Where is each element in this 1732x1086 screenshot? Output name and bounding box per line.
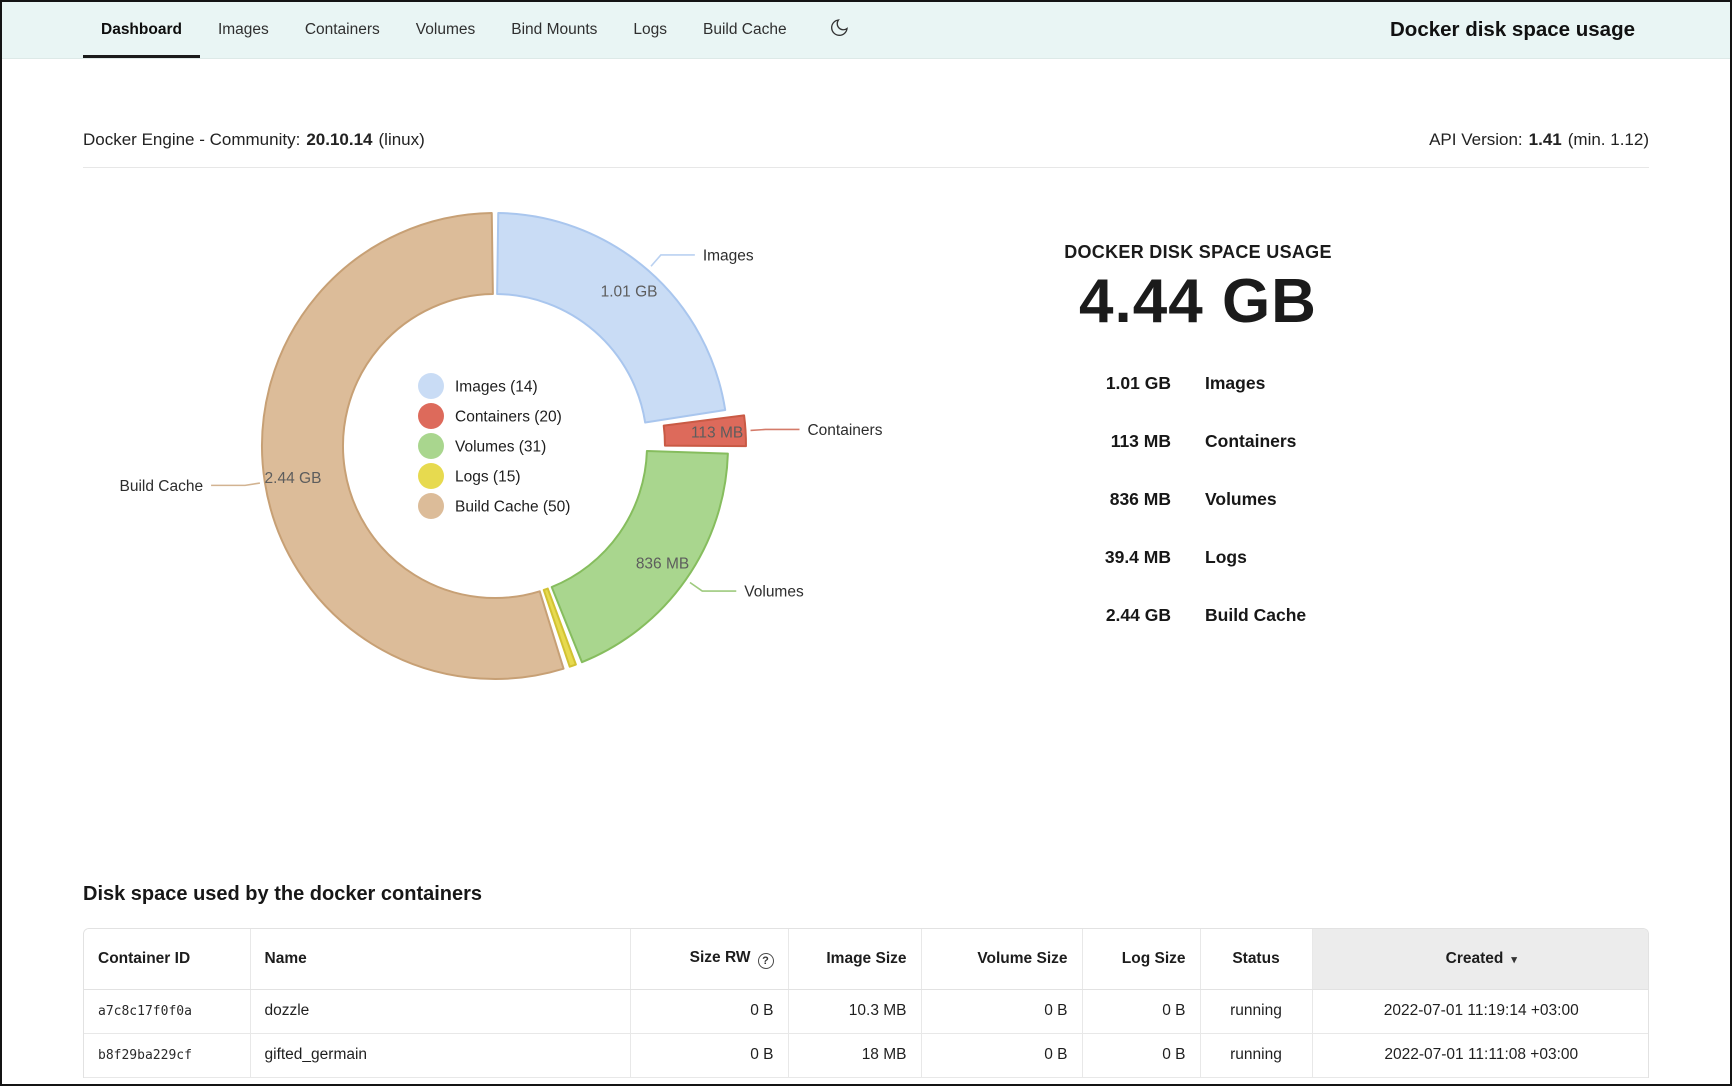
summary-size: 1.01 GB (983, 373, 1171, 394)
disk-usage-summary: DOCKER DISK SPACE USAGE 4.44 GB 1.01 GB … (983, 190, 1423, 735)
legend-swatch (418, 433, 444, 459)
cell-volume-size: 0 B (921, 989, 1082, 1033)
cell-size-rw: 0 B (630, 989, 788, 1033)
cell-created: 2022-07-01 11:19:14 +03:00 (1312, 989, 1649, 1033)
summary-size: 39.4 MB (983, 547, 1171, 568)
table-row: a7c8c17f0f0a dozzle 0 B 10.3 MB 0 B 0 B … (84, 989, 1649, 1033)
cell-log-size: 0 B (1082, 989, 1200, 1033)
legend-item-containers[interactable]: Containers (20) (418, 403, 562, 429)
legend-swatch (418, 463, 444, 489)
cell-container-id: b8f29ba229cf (84, 1033, 250, 1077)
tab-volumes[interactable]: Volumes (398, 2, 493, 58)
divider (83, 167, 1649, 168)
summary-row: 836 MB Volumes (983, 489, 1423, 510)
cell-container-id: a7c8c17f0f0a (84, 989, 250, 1033)
cell-name: gifted_germain (250, 1033, 630, 1077)
slice-callout-label: Volumes (744, 584, 804, 601)
table-row: b8f29ba229cf gifted_germain 0 B 18 MB 0 … (84, 1033, 1649, 1077)
legend-item-volumes[interactable]: Volumes (31) (418, 433, 546, 459)
callout-line (651, 255, 695, 266)
moon-icon (829, 17, 850, 43)
legend-label: Volumes (31) (455, 439, 546, 456)
col-header-status[interactable]: Status (1200, 929, 1312, 989)
tab-dashboard[interactable]: Dashboard (83, 2, 200, 58)
legend-label: Containers (20) (455, 409, 562, 426)
legend-swatch (418, 493, 444, 519)
cell-image-size: 18 MB (788, 1033, 921, 1077)
engine-info-row: Docker Engine - Community:20.10.14(linux… (83, 129, 1649, 151)
legend-label: Images (14) (455, 379, 538, 396)
legend-swatch (418, 373, 444, 399)
summary-label: Images (1205, 373, 1265, 394)
slice-value-label: 1.01 GB (601, 284, 658, 301)
summary-row: 1.01 GB Images (983, 373, 1423, 394)
summary-heading: DOCKER DISK SPACE USAGE (983, 242, 1413, 263)
tab-build-cache[interactable]: Build Cache (685, 2, 805, 58)
cell-log-size: 0 B (1082, 1033, 1200, 1077)
legend-item-logs[interactable]: Logs (15) (418, 463, 520, 489)
summary-row: 39.4 MB Logs (983, 547, 1423, 568)
summary-row: 113 MB Containers (983, 431, 1423, 452)
sort-desc-icon: ▾ (1511, 954, 1517, 966)
col-header-volume-size[interactable]: Volume Size (921, 929, 1082, 989)
summary-label: Volumes (1205, 489, 1277, 510)
legend-swatch (418, 403, 444, 429)
slice-value-label: 836 MB (636, 555, 689, 572)
summary-label: Logs (1205, 547, 1247, 568)
legend-item-images[interactable]: Images (14) (418, 373, 538, 399)
help-icon[interactable]: ? (758, 953, 774, 969)
cell-status: running (1200, 989, 1312, 1033)
table-header-row: Container ID Name Size RW? Image Size Vo… (84, 929, 1649, 989)
callout-line (751, 429, 800, 430)
summary-label: Build Cache (1205, 605, 1306, 626)
col-header-size-rw[interactable]: Size RW? (630, 929, 788, 989)
tab-images[interactable]: Images (200, 2, 287, 58)
nav-tabs: Dashboard Images Containers Volumes Bind… (83, 2, 805, 58)
summary-size: 113 MB (983, 431, 1171, 452)
callout-line (690, 582, 736, 591)
col-header-container-id[interactable]: Container ID (84, 929, 250, 989)
col-header-created[interactable]: Created▾ (1312, 929, 1649, 989)
theme-toggle-button[interactable] (829, 2, 850, 58)
containers-table-heading: Disk space used by the docker containers (83, 883, 1649, 906)
legend-label: Build Cache (50) (455, 499, 570, 516)
cell-volume-size: 0 B (921, 1033, 1082, 1077)
slice-value-label: 113 MB (691, 424, 743, 441)
containers-table: Container ID Name Size RW? Image Size Vo… (83, 928, 1649, 1078)
col-header-log-size[interactable]: Log Size (1082, 929, 1200, 989)
summary-total-value: 4.44 GB (983, 271, 1413, 333)
cell-status: running (1200, 1033, 1312, 1077)
cell-size-rw: 0 B (630, 1033, 788, 1077)
col-header-name[interactable]: Name (250, 929, 630, 989)
engine-version-text: Docker Engine - Community:20.10.14(linux… (83, 129, 425, 151)
cell-image-size: 10.3 MB (788, 989, 921, 1033)
summary-size: 2.44 GB (983, 605, 1171, 626)
summary-label: Containers (1205, 431, 1296, 452)
tab-containers[interactable]: Containers (287, 2, 398, 58)
slice-callout-label: Build Cache (120, 478, 204, 495)
tab-logs[interactable]: Logs (615, 2, 685, 58)
app-window: Dashboard Images Containers Volumes Bind… (0, 0, 1732, 1086)
slice-value-label: 2.44 GB (265, 470, 322, 487)
disk-usage-donut-chart: 1.01 GB Images 113 MB Containers 836 MB Volum… (83, 190, 983, 735)
slice-callout-label: Containers (807, 422, 882, 439)
slice-callout-label: Images (703, 247, 754, 264)
tab-bind-mounts[interactable]: Bind Mounts (493, 2, 615, 58)
callout-line (211, 483, 260, 485)
page-title: Docker disk space usage (1390, 2, 1649, 58)
top-nav: Dashboard Images Containers Volumes Bind… (2, 2, 1730, 59)
col-header-image-size[interactable]: Image Size (788, 929, 921, 989)
summary-size: 836 MB (983, 489, 1171, 510)
legend-item-build-cache[interactable]: Build Cache (50) (418, 493, 570, 519)
cell-name: dozzle (250, 989, 630, 1033)
summary-row: 2.44 GB Build Cache (983, 605, 1423, 626)
legend-label: Logs (15) (455, 469, 520, 486)
api-version-text: API Version:1.41(min. 1.12) (1429, 129, 1649, 151)
cell-created: 2022-07-01 11:11:08 +03:00 (1312, 1033, 1649, 1077)
